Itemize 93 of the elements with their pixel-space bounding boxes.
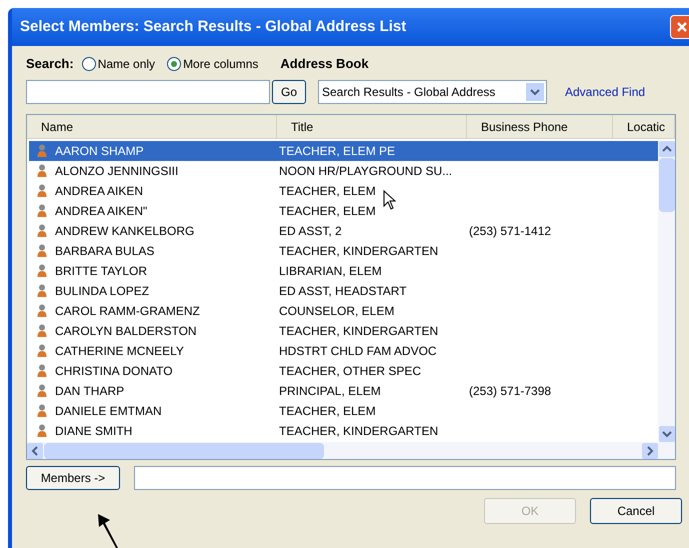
name-cell-text: CATHERINE MCNEELY xyxy=(55,343,184,360)
scroll-right-icon[interactable] xyxy=(642,442,658,458)
name-cell-text: BULINDA LOPEZ xyxy=(55,283,150,300)
dialog-button[interactable]: Cancel xyxy=(590,498,682,524)
radio-button[interactable] xyxy=(82,57,96,71)
title-cell: TEACHER, ELEM PE xyxy=(279,144,396,158)
radio-option[interactable]: More columns xyxy=(167,55,258,73)
contact-row[interactable]: DIANE SMITH TEACHER, KINDERGARTEN xyxy=(29,421,658,441)
contact-row[interactable]: ANDREA AIKEN TEACHER, ELEM xyxy=(29,181,658,201)
person-icon xyxy=(37,144,47,158)
column-header[interactable]: Locatic xyxy=(613,115,675,138)
scroll-up-icon[interactable] xyxy=(658,141,674,157)
contact-row[interactable]: CAROLYN BALDERSTON TEACHER, KINDERGARTEN xyxy=(29,321,658,341)
name-cell-text: CHRISTINA DONATO xyxy=(55,363,173,380)
name-cell-text: BRITTE TAYLOR xyxy=(55,263,148,280)
title-cell: HDSTRT CHLD FAM ADVOC xyxy=(279,344,437,358)
members-field[interactable] xyxy=(134,466,676,490)
phone-cell: (253) 571-1412 xyxy=(469,224,552,238)
name-cell-text: DAN THARP xyxy=(55,383,124,400)
vertical-scrollbar[interactable] xyxy=(658,141,675,442)
name-cell-text: ANDREA AIKEN" xyxy=(55,203,148,220)
mouse-cursor-icon xyxy=(383,190,397,210)
title-cell: TEACHER, KINDERGARTEN xyxy=(279,324,438,338)
person-icon xyxy=(37,284,47,298)
radio-label: Name only xyxy=(98,56,156,73)
close-button[interactable] xyxy=(670,15,689,39)
title-cell: ED ASST, 2 xyxy=(279,224,342,238)
scroll-thumb[interactable] xyxy=(658,158,674,212)
contact-row[interactable]: DAN THARP PRINCIPAL, ELEM (253) 571-7398 xyxy=(29,381,658,401)
name-cell-text: ANDREW KANKELBORG xyxy=(55,223,194,240)
title-cell: COUNSELOR, ELEM xyxy=(279,304,394,318)
column-header[interactable]: Title xyxy=(277,115,467,138)
person-icon xyxy=(37,244,47,258)
address-book-label: Address Book xyxy=(280,55,369,74)
title-cell: NOON HR/PLAYGROUND SU... xyxy=(279,164,452,178)
name-cell-text: ALONZO JENNINGSIII xyxy=(55,163,178,180)
column-header[interactable]: Business Phone xyxy=(467,115,613,138)
contact-row[interactable]: ANDREW KANKELBORG ED ASST, 2 (253) 571-1412 xyxy=(29,221,658,241)
window-title: Select Members: Search Results - Global Address List xyxy=(20,16,408,37)
contact-row[interactable]: CATHERINE MCNEELY HDSTRT CHLD FAM ADVOC xyxy=(29,341,658,361)
title-cell: ED ASST, HEADSTART xyxy=(279,284,407,298)
horizontal-scrollbar[interactable] xyxy=(27,442,675,459)
radio-button[interactable] xyxy=(167,57,182,71)
name-cell-text: CAROLYN BALDERSTON xyxy=(55,323,197,340)
radio-option[interactable]: Name only xyxy=(82,55,156,73)
name-cell-text: DANIELE EMTMAN xyxy=(55,403,162,420)
members-button[interactable]: Members -> xyxy=(26,466,120,490)
person-icon xyxy=(37,364,47,378)
name-cell-text: CAROL RAMM-GRAMENZ xyxy=(55,303,200,320)
contact-row[interactable]: CHRISTINA DONATO TEACHER, OTHER SPEC xyxy=(29,361,658,381)
go-button[interactable]: Go xyxy=(272,80,306,104)
person-icon xyxy=(37,424,47,438)
name-cell-text: DIANE SMITH xyxy=(55,423,132,440)
scroll-down-icon[interactable] xyxy=(658,426,674,442)
advanced-find-link[interactable]: Advanced Find xyxy=(565,83,646,101)
phone-cell: (253) 571-7398 xyxy=(469,384,552,398)
person-icon xyxy=(37,324,47,338)
title-cell: TEACHER, KINDERGARTEN xyxy=(279,244,438,258)
search-label: Search: xyxy=(26,55,74,74)
person-icon xyxy=(37,304,47,318)
person-icon xyxy=(37,404,47,418)
search-field[interactable] xyxy=(26,80,270,104)
address-book-dropdown[interactable]: Search Results - Global Address xyxy=(318,80,547,104)
title-cell: TEACHER, ELEM xyxy=(279,184,376,198)
person-icon xyxy=(37,264,47,278)
contact-row[interactable]: CAROL RAMM-GRAMENZ COUNSELOR, ELEM xyxy=(29,301,658,321)
title-cell: TEACHER, ELEM xyxy=(279,204,376,218)
title-cell: TEACHER, OTHER SPEC xyxy=(279,364,422,378)
radio-label: More columns xyxy=(183,56,258,73)
name-cell-text: BARBARA BULAS xyxy=(55,243,154,260)
contact-row[interactable]: DANIELE EMTMAN TEACHER, ELEM xyxy=(29,401,658,421)
person-icon xyxy=(37,344,47,358)
title-cell: TEACHER, ELEM xyxy=(279,404,376,418)
scroll-thumb[interactable] xyxy=(44,442,324,458)
contact-row[interactable]: AARON SHAMP TEACHER, ELEM PE xyxy=(29,141,658,161)
contact-row[interactable]: ALONZO JENNINGSIII NOON HR/PLAYGROUND SU... xyxy=(29,161,658,181)
column-header[interactable]: Name xyxy=(27,115,277,138)
contact-row[interactable]: BARBARA BULAS TEACHER, KINDERGARTEN xyxy=(29,241,658,261)
person-icon xyxy=(37,384,47,398)
person-icon xyxy=(37,224,47,238)
contact-row[interactable]: BRITTE TAYLOR LIBRARIAN, ELEM xyxy=(29,261,658,281)
person-icon xyxy=(37,184,47,198)
title-cell: LIBRARIAN, ELEM xyxy=(279,264,382,278)
name-cell-text: AARON SHAMP xyxy=(55,143,144,160)
title-cell: TEACHER, KINDERGARTEN xyxy=(279,424,438,438)
close-icon xyxy=(676,21,688,33)
contact-row[interactable]: ANDREA AIKEN" TEACHER, ELEM xyxy=(29,201,658,221)
contact-row[interactable]: BULINDA LOPEZ ED ASST, HEADSTART xyxy=(29,281,658,301)
scroll-left-icon[interactable] xyxy=(27,442,43,458)
name-cell-text: ANDREA AIKEN xyxy=(55,183,144,200)
person-icon xyxy=(37,204,47,218)
title-cell: PRINCIPAL, ELEM xyxy=(279,384,381,398)
person-icon xyxy=(37,164,47,178)
